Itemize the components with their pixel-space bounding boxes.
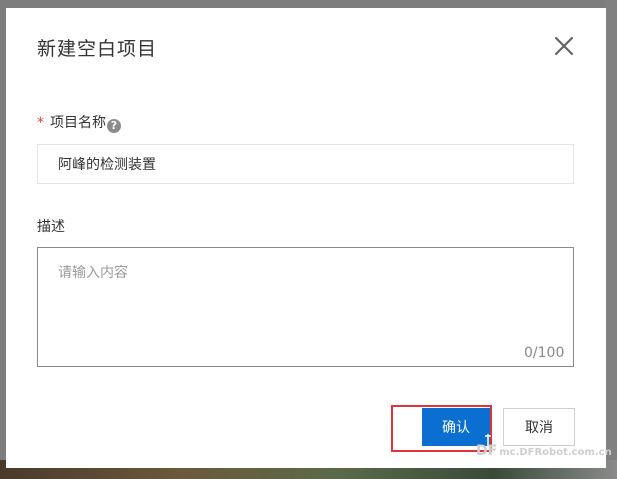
- char-counter: 0/100: [524, 345, 565, 361]
- project-name-label-text: 项目名称: [50, 115, 106, 131]
- close-icon: [554, 36, 574, 56]
- new-project-dialog: 新建空白项目 *项目名称? 描述 0/100 确认 取消: [6, 8, 606, 468]
- project-name-label: * 项目名称?: [37, 112, 121, 133]
- watermark-site: mc.DFRobot.com.cn: [499, 447, 612, 458]
- question-circle-icon[interactable]: ?: [107, 119, 121, 133]
- description-textarea[interactable]: [37, 247, 574, 367]
- dialog-title: 新建空白项目: [37, 38, 158, 60]
- watermark: DF mc.DFRobot.com.cn: [468, 436, 612, 466]
- project-name-input[interactable]: [37, 144, 574, 184]
- backdrop-overlay: [606, 0, 617, 460]
- description-label: 描述: [37, 219, 65, 235]
- required-mark: *: [37, 115, 44, 131]
- watermark-brand: DF: [476, 443, 498, 459]
- close-button[interactable]: [552, 34, 576, 58]
